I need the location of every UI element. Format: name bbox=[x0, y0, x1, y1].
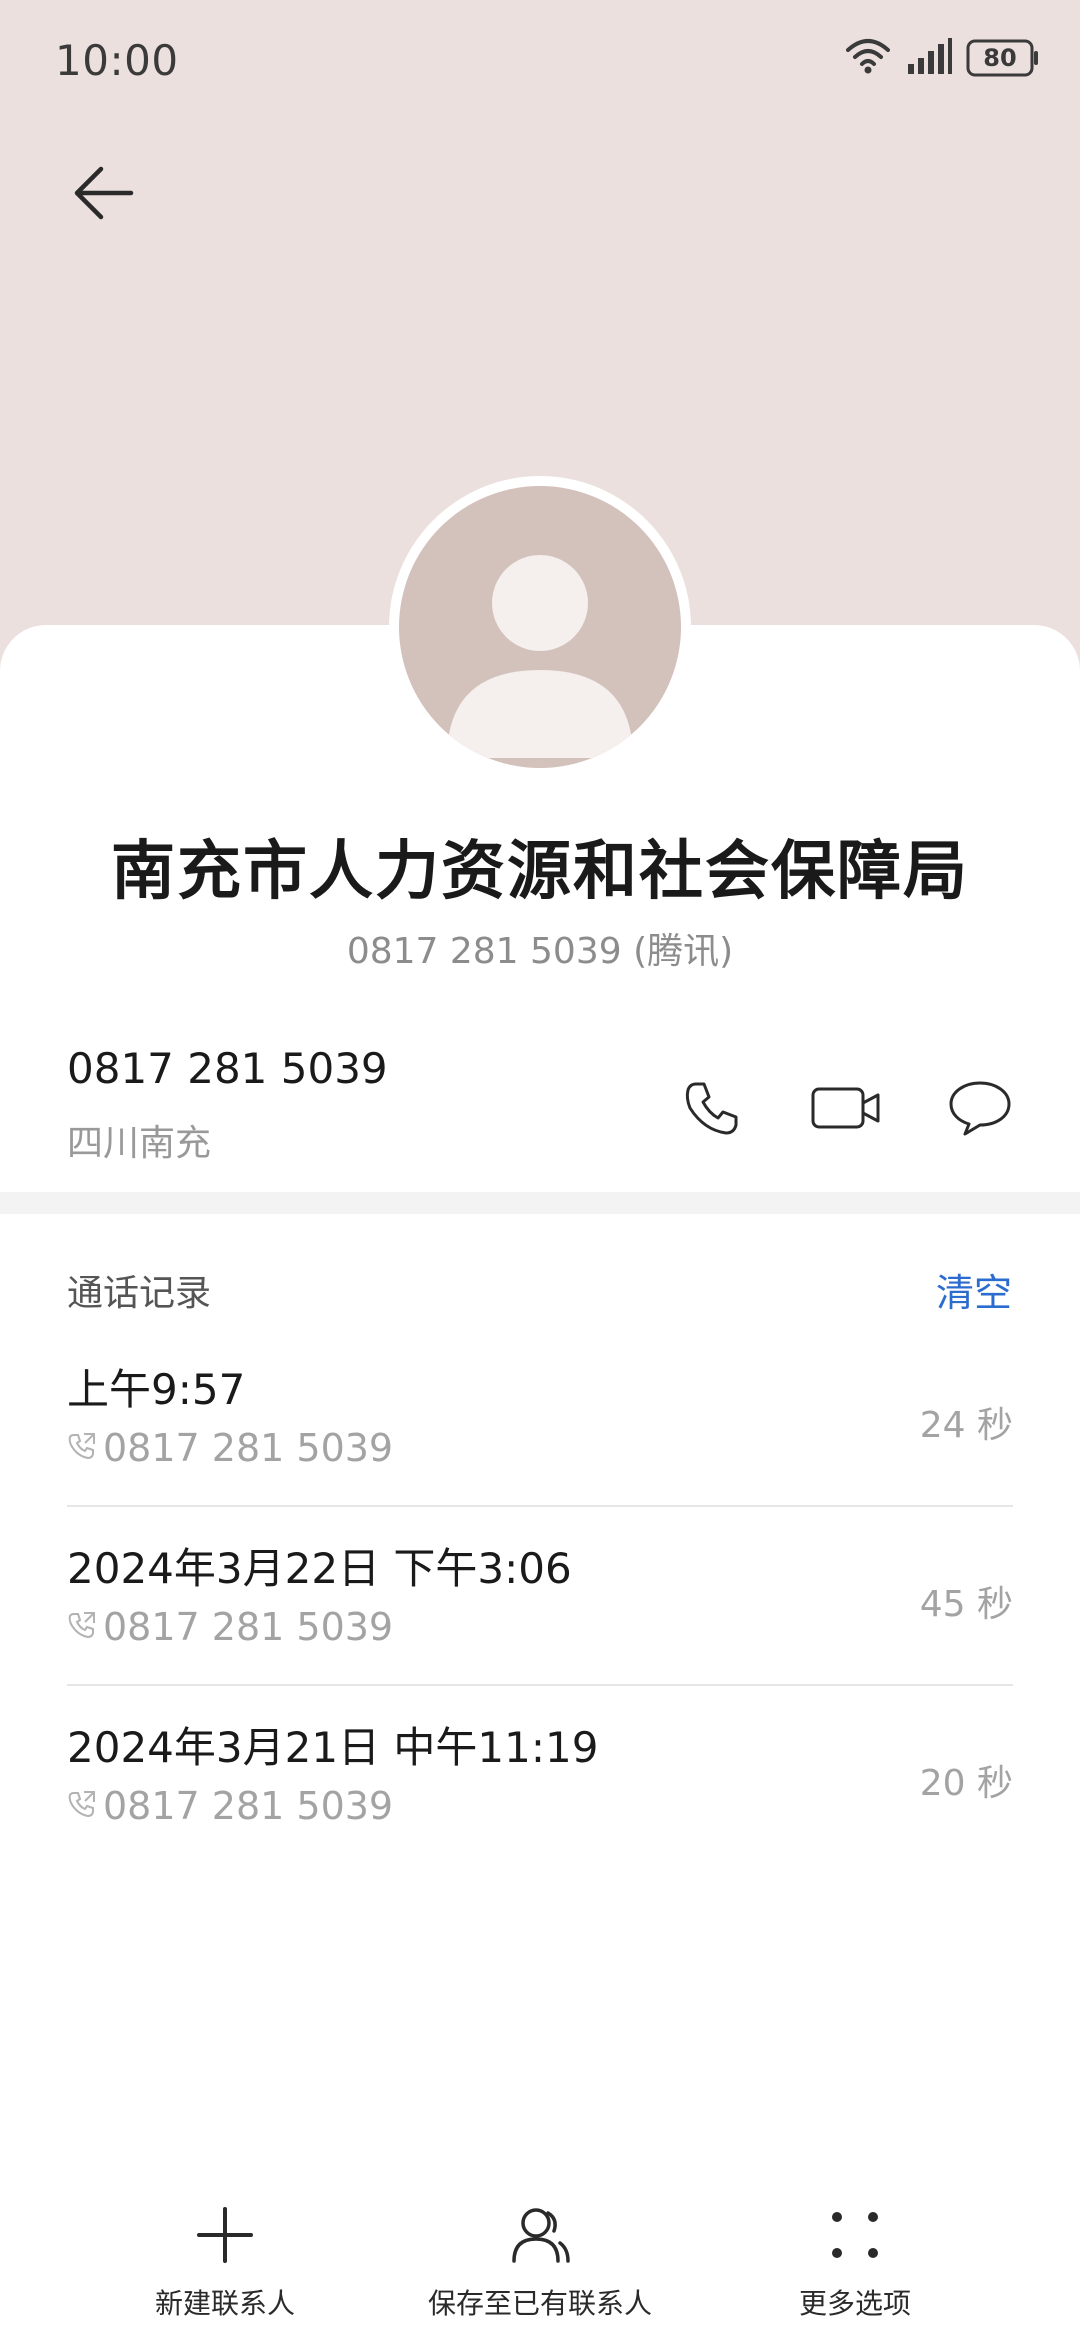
back-button[interactable] bbox=[58, 150, 148, 240]
phone-number[interactable]: 0817 281 5039 bbox=[67, 1044, 388, 1093]
message-icon bbox=[947, 1078, 1013, 1142]
phone-number-row[interactable]: 0817 281 5039 四川南充 bbox=[0, 1030, 1080, 1200]
contact-subtitle: 0817 281 5039 (腾讯) bbox=[346, 931, 734, 972]
more-options-label: 更多选项 bbox=[798, 2287, 911, 2320]
call-button[interactable] bbox=[672, 1070, 752, 1150]
outgoing-call-icon bbox=[67, 1610, 97, 1644]
row-divider bbox=[67, 1505, 1013, 1507]
call-time: 2024年3月21日 中午11:19 bbox=[67, 1723, 599, 1772]
call-number: 0817 281 5039 bbox=[103, 1605, 394, 1649]
call-log-title: 通话记录 bbox=[67, 1273, 212, 1314]
call-time: 上午9:57 bbox=[67, 1365, 246, 1414]
row-divider bbox=[67, 1684, 1013, 1686]
call-duration: 45 秒 bbox=[919, 1584, 1013, 1625]
phone-icon bbox=[682, 1078, 742, 1142]
phone-location: 四川南充 bbox=[67, 1123, 212, 1164]
new-contact-button[interactable]: 新建联系人 bbox=[45, 2180, 405, 2322]
call-time: 2024年3月22日 下午3:06 bbox=[67, 1544, 572, 1593]
outgoing-call-icon bbox=[67, 1431, 97, 1465]
plus-icon bbox=[195, 2205, 255, 2269]
status-icons: 80 bbox=[844, 36, 1040, 80]
more-dots-icon bbox=[825, 2205, 885, 2269]
battery-level: 80 bbox=[983, 44, 1017, 72]
call-duration: 20 秒 bbox=[919, 1763, 1013, 1804]
call-log-entry[interactable]: 2024年3月21日 中午11:19 0817 281 5039 20 秒 bbox=[67, 1692, 1013, 1872]
avatar[interactable] bbox=[399, 486, 681, 768]
contact-name: 南充市人力资源和社会保障局 bbox=[111, 835, 969, 909]
call-log-entry[interactable]: 上午9:57 0817 281 5039 24 秒 bbox=[67, 1334, 1013, 1514]
clear-call-log-button[interactable]: 清空 bbox=[936, 1262, 1012, 1317]
message-button[interactable] bbox=[940, 1070, 1020, 1150]
bottom-action-bar: 新建联系人 保存至已有联系人 更多选项 bbox=[0, 2180, 1080, 2331]
section-divider bbox=[0, 1192, 1080, 1214]
call-number: 0817 281 5039 bbox=[103, 1784, 394, 1828]
person-icon bbox=[508, 2205, 572, 2269]
save-to-existing-button[interactable]: 保存至已有联系人 bbox=[360, 2180, 720, 2322]
outgoing-call-icon bbox=[67, 1789, 97, 1823]
call-duration: 24 秒 bbox=[919, 1405, 1013, 1446]
back-arrow-icon bbox=[71, 165, 135, 225]
status-time: 10:00 bbox=[55, 36, 179, 85]
video-call-icon bbox=[810, 1083, 882, 1137]
more-options-button[interactable]: 更多选项 bbox=[675, 2180, 1035, 2322]
call-number: 0817 281 5039 bbox=[103, 1426, 394, 1470]
new-contact-label: 新建联系人 bbox=[154, 2287, 295, 2320]
battery-icon: 80 bbox=[966, 39, 1040, 77]
video-call-button[interactable] bbox=[806, 1070, 886, 1150]
save-to-existing-label: 保存至已有联系人 bbox=[427, 2287, 652, 2320]
call-log-entry[interactable]: 2024年3月22日 下午3:06 0817 281 5039 45 秒 bbox=[67, 1513, 1013, 1693]
status-bar: 10:00 80 bbox=[0, 0, 1080, 120]
signal-icon bbox=[906, 36, 952, 80]
wifi-icon bbox=[844, 36, 892, 80]
